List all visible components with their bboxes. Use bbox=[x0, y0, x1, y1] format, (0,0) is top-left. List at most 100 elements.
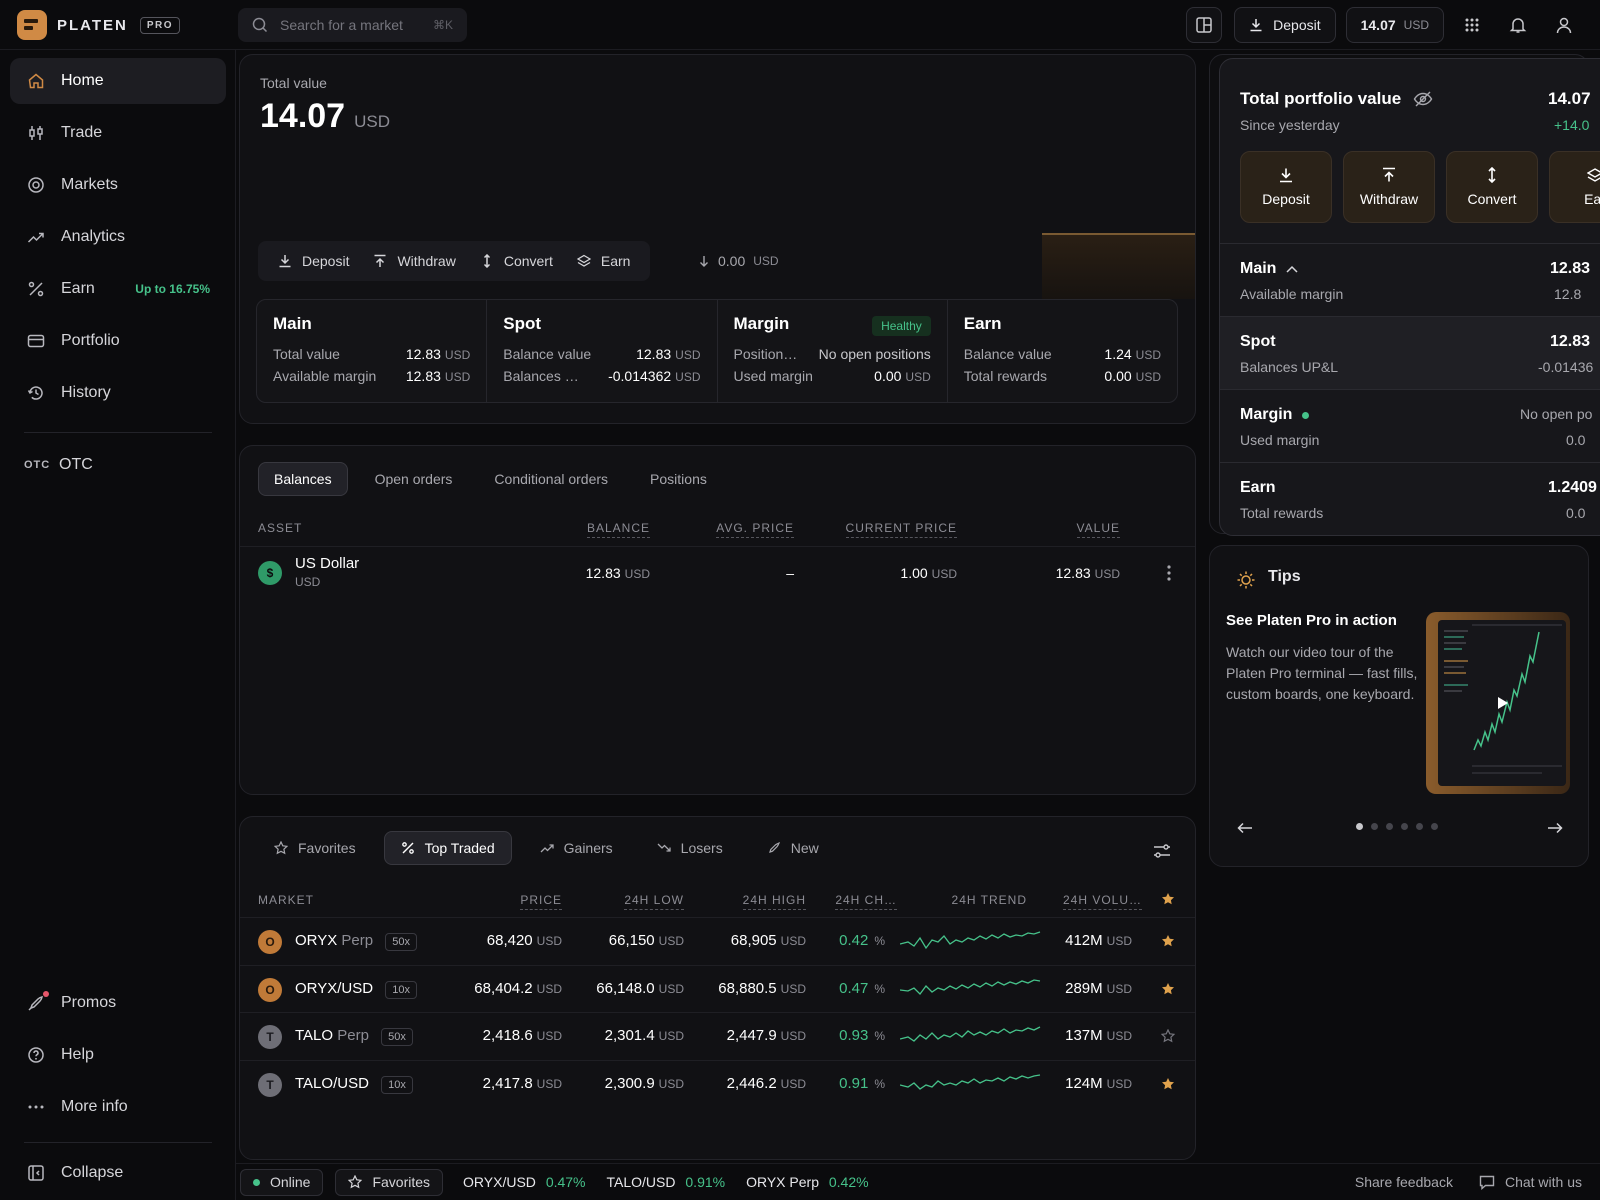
change-unit: % bbox=[874, 934, 885, 948]
deposit-action-button[interactable]: Deposit bbox=[266, 241, 361, 281]
carousel-dot[interactable] bbox=[1431, 823, 1438, 830]
sparkline-chart bbox=[900, 931, 1041, 950]
withdraw-action-button[interactable]: Withdraw bbox=[361, 241, 467, 281]
ticker-item[interactable]: ORYX Perp 0.42% bbox=[746, 1174, 868, 1190]
col-value[interactable]: VALUE bbox=[1076, 521, 1120, 538]
carousel-dot[interactable] bbox=[1386, 823, 1393, 830]
apps-button[interactable] bbox=[1454, 7, 1490, 43]
popover-section-earn[interactable]: Earn Total rewards 1.2409 0.0 bbox=[1220, 462, 1600, 535]
table-row[interactable]: O ORYX/USD 10x 68,404.2 USD 66,148.0 USD 68,88… bbox=[240, 964, 1195, 1012]
col-24h-change[interactable]: 24H CH… bbox=[835, 893, 897, 910]
carousel-dot[interactable] bbox=[1371, 823, 1378, 830]
collapse-icon bbox=[26, 1163, 46, 1183]
sidebar-item-promos[interactable]: Promos bbox=[10, 980, 226, 1026]
tab-positions[interactable]: Positions bbox=[635, 462, 722, 496]
share-feedback-link[interactable]: Share feedback bbox=[1355, 1174, 1453, 1190]
earn-action-button[interactable]: Earn bbox=[565, 241, 643, 281]
popover-convert-button[interactable]: Convert bbox=[1446, 151, 1538, 223]
logo[interactable]: PLATEN PRO bbox=[17, 10, 181, 40]
tab-balances[interactable]: Balances bbox=[258, 462, 348, 496]
col-current-price[interactable]: CURRENT PRICE bbox=[845, 521, 957, 538]
tab-losers[interactable]: Losers bbox=[641, 831, 739, 865]
sidebar-item-earn[interactable]: Earn Up to 16.75% bbox=[10, 266, 226, 312]
table-row[interactable]: T TALO/USD 10x 2,417.8 USD 2,300.9 USD 2,446.2… bbox=[240, 1059, 1195, 1107]
sidebar-item-markets[interactable]: Markets bbox=[10, 162, 226, 208]
search-input[interactable]: Search for a market ⌘K bbox=[238, 8, 467, 42]
change-value: 0.42 bbox=[839, 932, 869, 949]
popover-earn-button[interactable]: Ear bbox=[1549, 151, 1600, 223]
account-button[interactable] bbox=[1546, 7, 1582, 43]
sidebar-item-portfolio[interactable]: Portfolio bbox=[10, 318, 226, 364]
convert-action-button[interactable]: Convert bbox=[468, 241, 565, 281]
col-balance[interactable]: BALANCE bbox=[586, 521, 650, 538]
sidebar-item-analytics[interactable]: Analytics bbox=[10, 214, 226, 260]
tab-top-traded[interactable]: Top Traded bbox=[383, 831, 512, 865]
grid-icon bbox=[1465, 18, 1479, 32]
account-card-main[interactable]: Main Total value 12.83 USD Available margi… bbox=[257, 300, 488, 402]
popover-value: 14.07 bbox=[1548, 89, 1591, 108]
carousel-dot[interactable] bbox=[1401, 823, 1408, 830]
popover-section-margin[interactable]: Margin Used margin No open po 0.0 bbox=[1220, 389, 1600, 462]
col-24h-volume[interactable]: 24H VOLU… bbox=[1062, 893, 1142, 910]
online-label: Online bbox=[270, 1174, 311, 1190]
favorites-button[interactable]: Favorites bbox=[335, 1168, 444, 1196]
star-filled-icon[interactable] bbox=[1161, 892, 1175, 906]
account-card-spot[interactable]: Spot Balance value 12.83 USD Balances … -0.… bbox=[487, 300, 718, 402]
row-unit: USD bbox=[444, 348, 471, 362]
account-card-margin[interactable]: Margin Healthy Position… No open position… bbox=[718, 300, 948, 402]
ticker-item[interactable]: TALO/USD 0.91% bbox=[607, 1174, 726, 1190]
kebab-menu-icon[interactable] bbox=[1167, 565, 1171, 581]
sidebar-item-otc[interactable]: OTC OTC bbox=[10, 442, 226, 488]
favorite-star-icon[interactable] bbox=[1161, 982, 1175, 996]
section-subtitle: Balances UP&L bbox=[1240, 359, 1339, 375]
table-row[interactable]: T TALO Perp 50x 2,418.6 USD 2,301.4 USD 2,447.… bbox=[240, 1012, 1195, 1059]
col-24h-low[interactable]: 24H LOW bbox=[624, 893, 684, 910]
tab-conditional-orders[interactable]: Conditional orders bbox=[479, 462, 623, 496]
filter-settings-icon[interactable] bbox=[1153, 843, 1171, 859]
arrow-left-icon[interactable] bbox=[1237, 822, 1253, 834]
sidebar-item-history[interactable]: History bbox=[10, 370, 226, 416]
favorite-star-icon[interactable] bbox=[1161, 934, 1175, 948]
table-row[interactable]: O ORYX Perp 50x 68,420 USD 66,150 USD 68,905 US… bbox=[240, 917, 1195, 964]
eye-off-icon[interactable] bbox=[1413, 91, 1433, 107]
carousel-dot[interactable] bbox=[1416, 823, 1423, 830]
popover-section-spot[interactable]: Spot Balances UP&L 12.83 -0.01436 bbox=[1220, 316, 1600, 389]
account-card-earn[interactable]: Earn Balance value 1.24 USD Total rewards 0… bbox=[948, 300, 1177, 402]
sidebar-item-help[interactable]: Help bbox=[10, 1032, 226, 1078]
sidebar-item-trade[interactable]: Trade bbox=[10, 110, 226, 156]
ticker-item[interactable]: ORYX/USD 0.47% bbox=[463, 1174, 585, 1190]
market-price: 68,404.2 USD bbox=[474, 980, 562, 997]
deposit-button[interactable]: Deposit bbox=[1234, 7, 1336, 43]
col-avg-price[interactable]: AVG. PRICE bbox=[716, 521, 794, 538]
sidebar-collapse-button[interactable]: Collapse bbox=[10, 1150, 226, 1196]
favorite-star-icon[interactable] bbox=[1161, 1077, 1175, 1091]
chevron-up-icon[interactable] bbox=[1286, 265, 1298, 273]
tab-favorites[interactable]: Favorites bbox=[258, 831, 372, 865]
sidebar-item-label: OTC bbox=[59, 456, 93, 473]
sidebar: Home Trade Markets Analytics Earn Up to … bbox=[0, 50, 236, 1200]
balance-button[interactable]: 14.07 USD bbox=[1345, 7, 1444, 43]
video-thumbnail[interactable] bbox=[1426, 612, 1570, 794]
popover-withdraw-button[interactable]: Withdraw bbox=[1343, 151, 1435, 223]
favorite-star-icon[interactable] bbox=[1161, 1029, 1175, 1043]
col-price[interactable]: PRICE bbox=[520, 893, 562, 910]
table-row[interactable]: $ US Dollar USD 12.83 USD – 1.00 USD 12.83… bbox=[240, 546, 1195, 598]
popover-deposit-button[interactable]: Deposit bbox=[1240, 151, 1332, 223]
popover-change: +14.0 bbox=[1554, 117, 1590, 133]
carousel-dot[interactable] bbox=[1356, 823, 1363, 830]
connection-status[interactable]: Online bbox=[240, 1168, 324, 1196]
col-24h-high[interactable]: 24H HIGH bbox=[742, 893, 806, 910]
arrow-right-icon[interactable] bbox=[1547, 822, 1563, 834]
tab-gainers[interactable]: Gainers bbox=[524, 831, 629, 865]
market-volume: 289M USD bbox=[1065, 980, 1132, 997]
popover-section-main[interactable]: Main Available margin 12.83 12.8 bbox=[1220, 243, 1600, 316]
price-value: 68,404.2 bbox=[474, 979, 533, 997]
layout-button[interactable] bbox=[1186, 7, 1223, 43]
notifications-button[interactable] bbox=[1500, 7, 1536, 43]
tab-new[interactable]: New bbox=[751, 831, 835, 865]
chat-button[interactable]: Chat with us bbox=[1479, 1174, 1582, 1190]
sidebar-item-home[interactable]: Home bbox=[10, 58, 226, 104]
sidebar-item-more-info[interactable]: More info bbox=[10, 1084, 226, 1130]
tab-open-orders[interactable]: Open orders bbox=[360, 462, 468, 496]
low-value: 2,300.9 bbox=[604, 1074, 655, 1092]
